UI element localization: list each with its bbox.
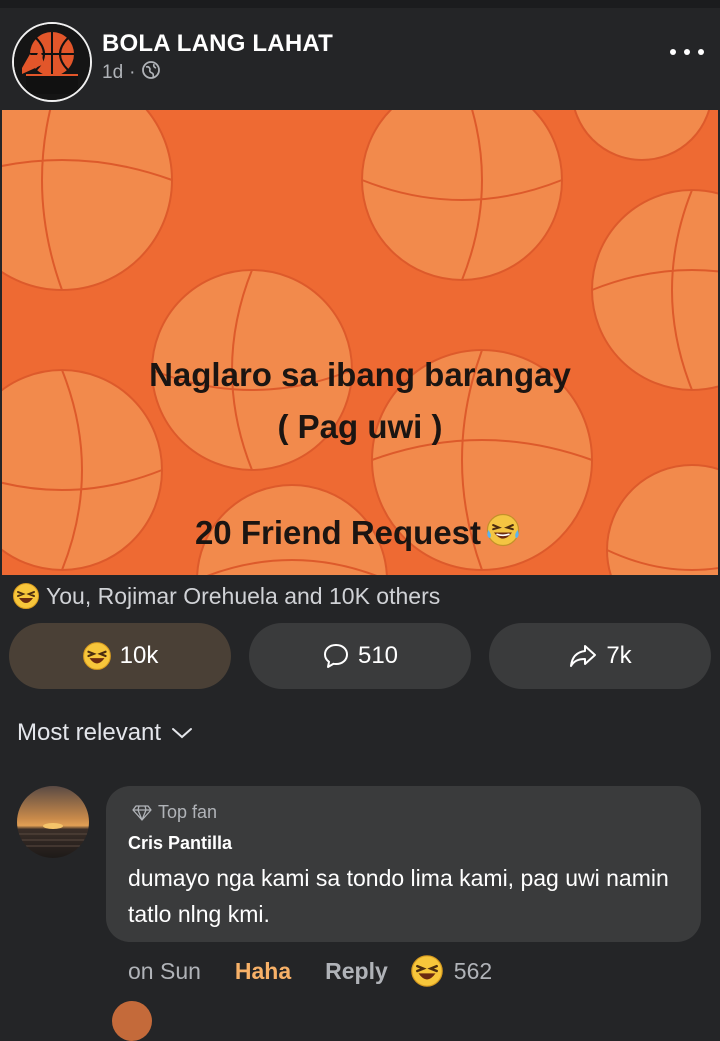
comment-sort-dropdown[interactable]: Most relevant <box>17 719 193 747</box>
meme-line-1: Naglaro sa ibang barangay <box>149 356 571 393</box>
sunset-avatar-image <box>17 786 89 858</box>
react-button[interactable]: 10k <box>9 623 231 689</box>
meme-line-2: ( Pag uwi ) <box>277 408 443 445</box>
comment-haha-button[interactable]: Haha <box>235 958 291 985</box>
comment-count: 510 <box>357 642 399 669</box>
haha-emoji-icon <box>13 583 39 609</box>
basketball-pattern <box>2 110 718 575</box>
share-button[interactable]: 7k <box>489 623 711 689</box>
page-name[interactable]: BOLA LANG LAHAT <box>102 30 333 58</box>
commenter-avatar[interactable] <box>17 786 89 858</box>
more-icon <box>670 49 676 55</box>
comment-text: dumayo nga kami sa tondo lima kami, pag … <box>128 865 669 927</box>
post-time[interactable]: 1d <box>102 62 123 84</box>
top-divider <box>0 0 720 8</box>
react-count: 10k <box>119 642 159 669</box>
comment-reply-button[interactable]: Reply <box>325 958 388 985</box>
meme-line-3-text: 20 Friend Request <box>194 514 482 551</box>
post-header: BOLA LANG LAHAT 1d · <box>0 14 720 102</box>
post-image[interactable]: Naglaro sa ibang barangay ( Pag uwi ) 20… <box>2 110 718 575</box>
reaction-count-value: 562 <box>453 957 493 984</box>
comment-author[interactable]: Cris Pantilla <box>128 833 232 854</box>
haha-emoji-icon <box>82 642 111 670</box>
sort-label: Most relevant <box>17 719 162 746</box>
post-meta: 1d · <box>102 60 161 86</box>
chevron-down-icon <box>172 728 193 739</box>
diamond-icon <box>132 804 152 821</box>
reactions-summary-text: You, Rojimar Orehuela and 10K others <box>46 582 441 609</box>
laughing-emoji-icon <box>486 513 520 547</box>
globe-icon <box>141 60 161 86</box>
share-count: 7k <box>606 642 632 669</box>
comment-time[interactable]: on Sun <box>128 958 201 985</box>
top-fan-badge: Top fan <box>132 802 217 823</box>
comment-reaction-count[interactable]: 562 <box>410 954 492 988</box>
next-commenter-avatar[interactable] <box>112 1001 152 1041</box>
share-icon <box>570 645 597 667</box>
post-actions: 10k 510 7k <box>9 623 711 689</box>
reactions-summary[interactable]: You, Rojimar Orehuela and 10K others <box>12 582 440 610</box>
meta-separator: · <box>129 62 136 83</box>
page-avatar[interactable] <box>12 22 92 102</box>
more-options-button[interactable] <box>670 42 704 62</box>
haha-emoji-icon <box>411 955 443 987</box>
page-logo <box>14 24 90 100</box>
comment-bubble[interactable]: Top fan Cris Pantilla dumayo nga kami sa… <box>106 786 701 942</box>
comment-actions: on Sun Haha Reply 562 <box>128 954 492 988</box>
more-icon-dot <box>698 49 704 55</box>
badge-label: Top fan <box>158 802 218 822</box>
more-icon-dot <box>684 49 690 55</box>
meme-line-3: 20 Friend Request <box>2 512 718 552</box>
comment-button[interactable]: 510 <box>249 623 471 689</box>
comment-icon <box>323 644 348 668</box>
